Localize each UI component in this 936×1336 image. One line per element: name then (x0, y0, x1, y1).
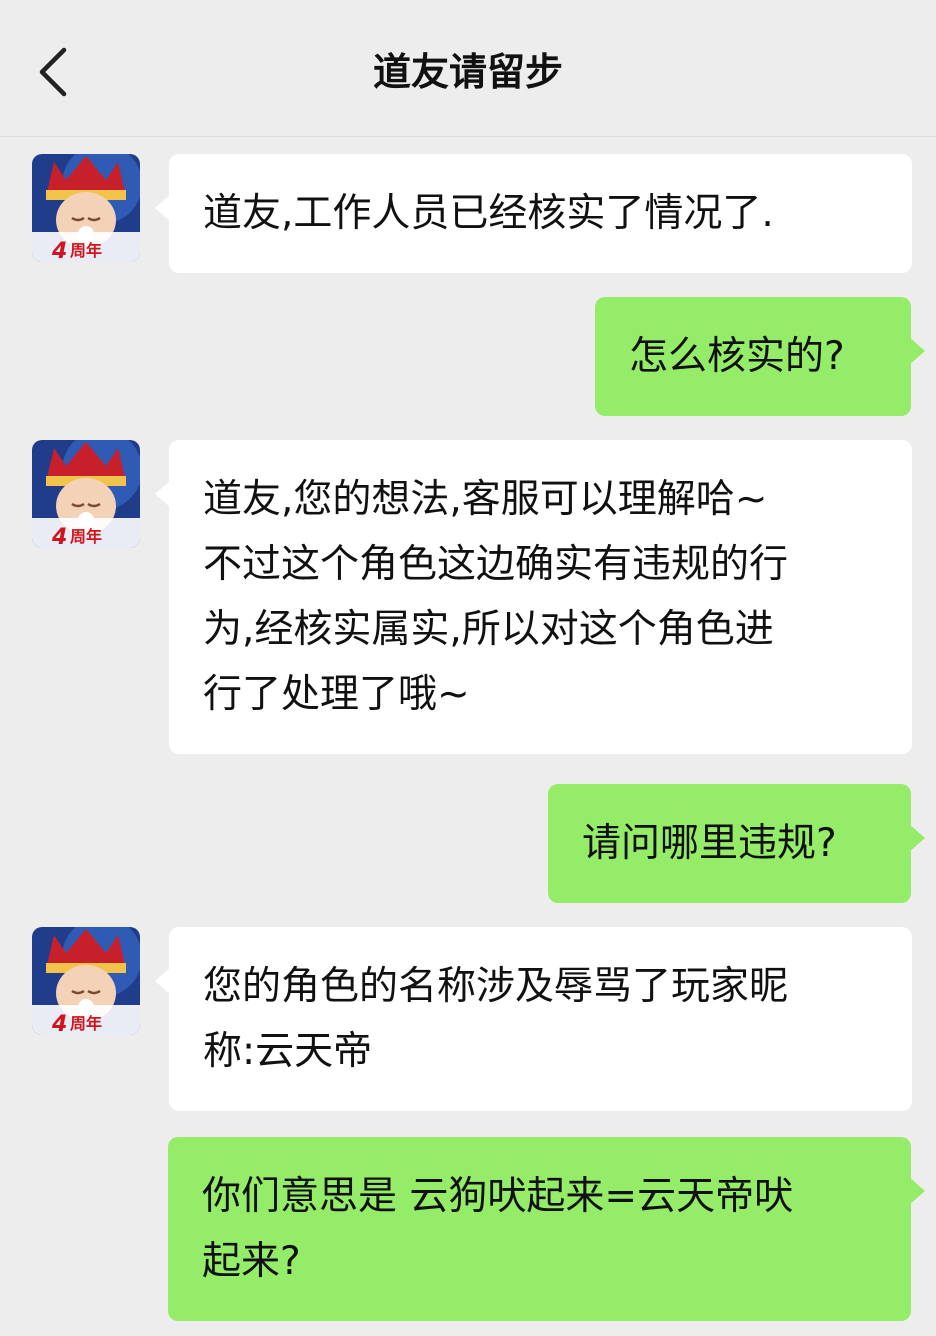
game-avatar-icon: 4 周年 (32, 154, 140, 262)
avatar[interactable]: 4 周年 (32, 440, 140, 548)
incoming-message-bubble[interactable]: 道友,您的想法,客服可以理解哈~ 不过这个角色这边确实有违规的行 为,经核实属实… (155, 440, 912, 754)
svg-text:周年: 周年 (70, 1014, 102, 1033)
svg-text:4: 4 (51, 1012, 67, 1035)
avatar[interactable]: 4 周年 (32, 154, 140, 262)
outgoing-message-bubble[interactable]: 请问哪里违规? (548, 784, 925, 903)
incoming-message-bubble[interactable]: 您的角色的名称涉及辱骂了玩家昵 称:云天帝 (155, 927, 912, 1111)
incoming-message-bubble[interactable]: 道友,工作人员已经核实了情况了. (155, 154, 912, 273)
svg-text:周年: 周年 (70, 527, 102, 546)
outgoing-message-bubble[interactable]: 你们意思是 云狗吠起来=云天帝吠 起来? (168, 1137, 925, 1321)
game-avatar-icon: 4 周年 (32, 927, 140, 1035)
svg-text:4: 4 (51, 525, 67, 548)
avatar[interactable]: 4 周年 (32, 927, 140, 1035)
svg-text:4: 4 (51, 239, 67, 262)
chat-header: 道友请留步 (0, 0, 936, 137)
svg-text:周年: 周年 (70, 241, 102, 260)
outgoing-message-bubble[interactable]: 怎么核实的? (595, 297, 925, 416)
chat-title: 道友请留步 (372, 50, 563, 94)
game-avatar-icon: 4 周年 (32, 440, 140, 548)
